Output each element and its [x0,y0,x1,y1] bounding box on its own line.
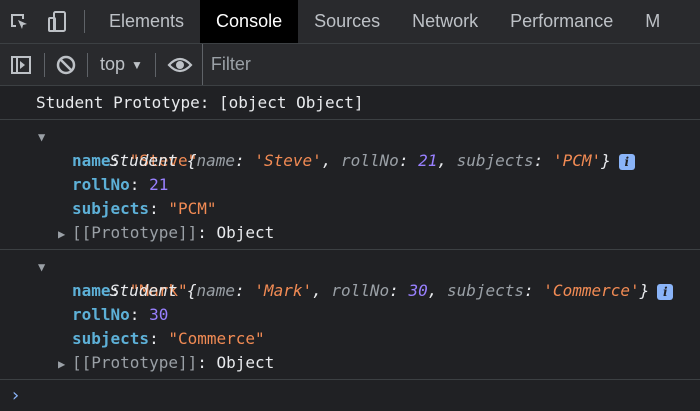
eye-icon[interactable] [164,44,196,85]
object-preview[interactable]: ▼ Student {name: 'Steve', rollNo: 21, sub… [0,125,700,170]
prompt-chevron-icon: › [10,384,21,406]
context-label: top [100,54,126,74]
dropdown-arrow-icon: ▼ [131,57,143,72]
sidebar-toggle-icon[interactable] [6,44,36,85]
info-icon[interactable]: i [618,153,635,170]
object-class-name: Student [109,281,178,300]
toolbar-separator [154,52,156,77]
property-row: rollNo: 21 [72,175,169,194]
prototype-value: Object [216,223,275,242]
preview-rollno: 30 [408,281,428,300]
prototype-label: [[Prototype]] [72,223,198,242]
console-output: Student Prototype: [object Object] ▼ Stud… [0,86,700,410]
info-icon[interactable]: i [657,283,674,300]
prop-rollno-value: 30 [149,305,169,324]
console-message: ▼ Student {name: 'Mark', rollNo: 30, subj… [0,250,700,380]
tab-console[interactable]: Console [200,0,299,43]
console-toolbar: top ▼ Filter [0,44,700,86]
context-selector[interactable]: top ▼ [96,54,147,75]
filter-input[interactable]: Filter [201,44,700,85]
preview-subjects: 'PCM' [552,151,602,170]
prop-rollno-value: 21 [149,175,169,194]
object-preview[interactable]: ▼ Student {name: 'Mark', rollNo: 30, subj… [0,255,700,300]
console-message: ▼ Student {name: 'Steve', rollNo: 21, sub… [0,120,700,250]
preview-name: 'Mark' [254,281,313,300]
expand-triangle-icon[interactable]: ▶ [58,352,72,376]
tab-network[interactable]: Network [396,0,494,43]
toolbar-separator [87,52,88,77]
property-row: rollNo: 30 [72,305,169,324]
object-class-name: Student [109,151,178,170]
prototype-label: [[Prototype]] [72,353,198,372]
expand-triangle-icon[interactable]: ▼ [38,255,45,279]
preview-subjects: 'Commerce' [543,281,640,300]
preview-name: 'Steve' [254,151,322,170]
preview-rollno: 21 [418,151,438,170]
prop-subjects-value: "Commerce" [168,329,265,348]
property-row: subjects: "Commerce" [72,329,265,348]
prototype-value: Object [216,353,275,372]
devtools-tabbar: Elements Console Sources Network Perform… [0,0,700,44]
tab-more[interactable]: M [629,0,676,43]
inspect-icon[interactable] [0,0,38,43]
expand-triangle-icon[interactable]: ▶ [58,222,72,246]
device-toggle-icon[interactable] [38,0,76,43]
tabbar-separator [84,10,85,33]
tab-performance[interactable]: Performance [494,0,629,43]
property-row: subjects: "PCM" [72,199,217,218]
tab-sources[interactable]: Sources [298,0,396,43]
tab-elements[interactable]: Elements [93,0,200,43]
expand-triangle-icon[interactable]: ▼ [38,125,45,149]
toolbar-separator [44,52,45,77]
log-text: Student Prototype: [object Object] [36,93,364,112]
prototype-row[interactable]: ▶ [[Prototype]]: Object [0,351,700,375]
clear-console-icon[interactable] [53,44,79,85]
console-message: Student Prototype: [object Object] [0,86,700,120]
prototype-row[interactable]: ▶ [[Prototype]]: Object [0,221,700,245]
console-prompt[interactable]: › [0,380,700,410]
prop-subjects-value: "PCM" [168,199,217,218]
